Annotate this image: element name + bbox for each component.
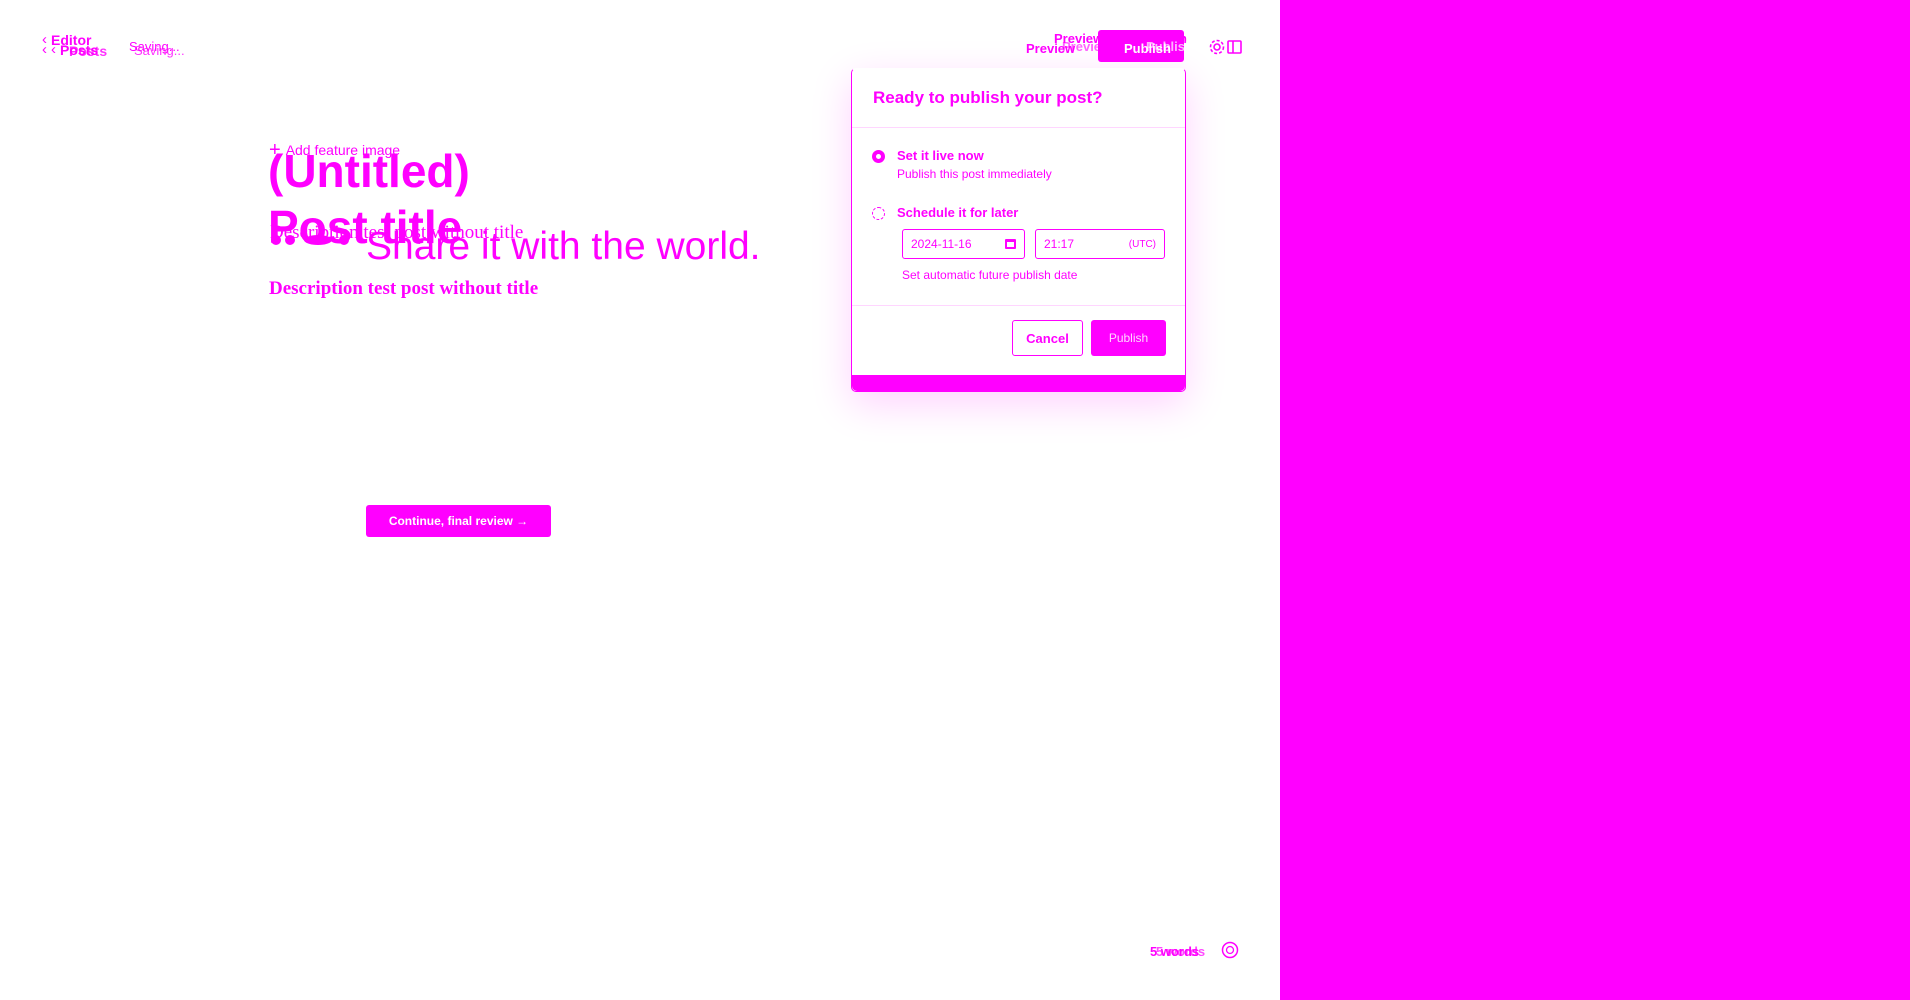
schedule-time-value: 21:17 — [1044, 237, 1075, 251]
publish-menu-header: Ready to publish your post? — [852, 69, 1185, 128]
chevron-left-icon: ‹ — [51, 41, 56, 58]
option-set-live-now-subtitle: Publish this post immediately — [897, 167, 1052, 181]
calendar-icon[interactable] — [1005, 239, 1016, 249]
option-set-live-now-title: Set it live now — [897, 148, 984, 163]
option-schedule-later-title: Schedule it for later — [897, 205, 1019, 220]
confirm-publish-button[interactable]: Publish — [1091, 320, 1166, 356]
progress-dots-icon — [271, 235, 349, 245]
publish-menu: Ready to publish your post? Set it live … — [851, 68, 1186, 392]
back-to-posts-link-ghost: Posts — [69, 43, 107, 59]
option-schedule-later[interactable]: Schedule it for later — [872, 205, 1018, 220]
magenta-side-panel — [1280, 0, 1910, 1000]
save-status-ghost: Saving... — [134, 43, 185, 58]
chevron-left-icon: ‹ — [42, 41, 47, 58]
schedule-date-value: 2024-11-16 — [911, 237, 972, 251]
post-title-placeholder[interactable]: (Untitled) — [268, 144, 470, 198]
cancel-button[interactable]: Cancel — [1012, 320, 1083, 356]
share-headline: Share it with the world. — [366, 225, 761, 268]
post-excerpt[interactable]: Description test post without title — [269, 278, 538, 300]
settings-toggle[interactable] — [1207, 36, 1243, 58]
back-label-posts-ghost: Posts — [69, 43, 108, 59]
radio-schedule-later[interactable] — [872, 207, 885, 220]
timezone-label: (UTC) — [1128, 238, 1156, 250]
help-icon[interactable] — [1221, 941, 1239, 959]
continue-final-review-button[interactable]: Continue, final review → — [366, 505, 551, 537]
schedule-date-input[interactable]: 2024-11-16 — [902, 229, 1025, 259]
word-count-ghost: 5 words — [1156, 944, 1206, 959]
publish-button-ghost: Publish — [1146, 39, 1193, 54]
schedule-time-input[interactable]: 21:17 (UTC) — [1035, 229, 1165, 259]
schedule-help-text: Set automatic future publish date — [902, 268, 1078, 282]
menu-divider — [852, 305, 1185, 306]
publish-menu-footer-bar — [852, 375, 1185, 391]
option-set-live-now[interactable]: Set it live now Publish this post immedi… — [872, 148, 1052, 181]
radio-set-live-now[interactable] — [872, 150, 885, 163]
continue-final-review-label: Continue, final review → — [388, 514, 529, 528]
preview-link-ghost: Preview — [1062, 39, 1112, 54]
gear-icon — [1209, 39, 1225, 55]
sidebar-toggle-icon — [1227, 40, 1242, 54]
